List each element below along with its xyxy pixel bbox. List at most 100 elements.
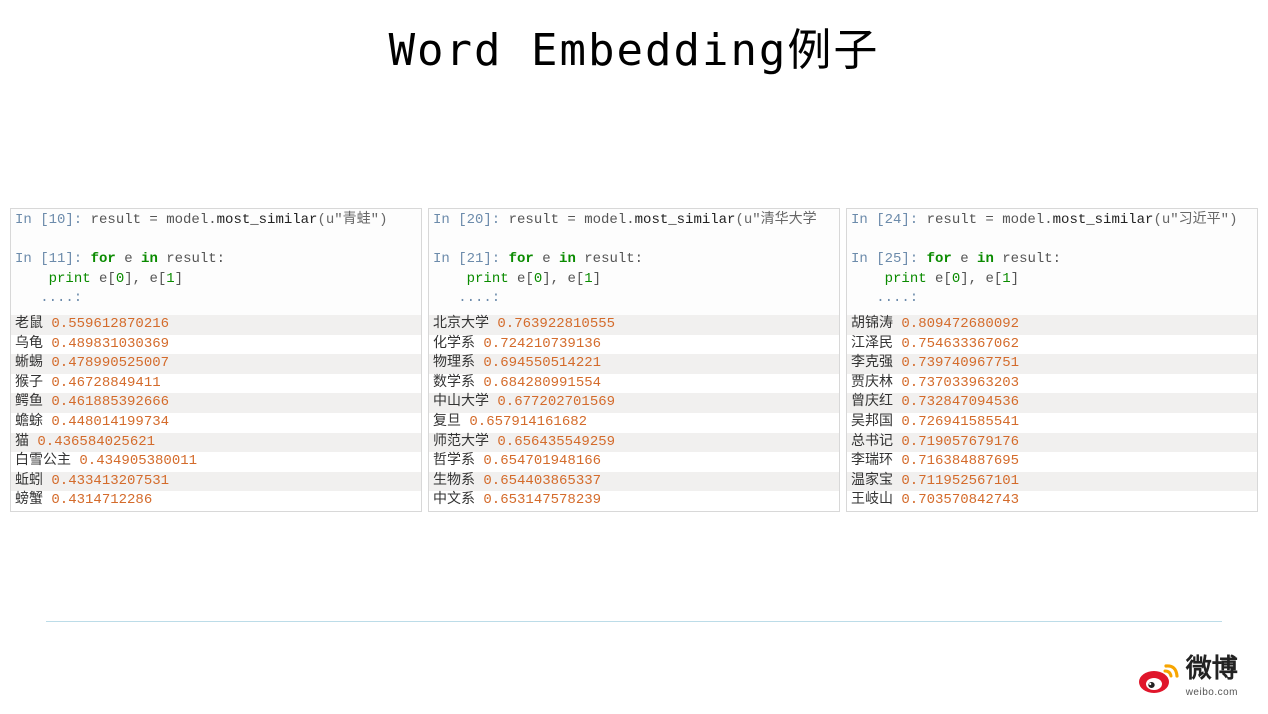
- output-word: 生物系: [433, 473, 483, 489]
- output-score: 0.653147578239: [483, 492, 601, 508]
- output-row: 猫 0.436584025621: [11, 433, 421, 453]
- output-row: 生物系 0.654403865337: [429, 472, 839, 492]
- call-arg: (u"清华大学: [735, 212, 816, 228]
- output-word: 师范大学: [433, 434, 497, 450]
- blank-line: [15, 231, 417, 251]
- output-word: 温家宝: [851, 473, 901, 489]
- output-score: 0.694550514221: [483, 355, 601, 371]
- output-score: 0.4314712286: [51, 492, 152, 508]
- code-line-loop: In [11]: for e in result:: [15, 250, 417, 270]
- output-score: 0.809472680092: [901, 316, 1019, 332]
- indent: [15, 271, 49, 287]
- code-line-print: print e[0], e[1]: [433, 270, 835, 290]
- footer-logo: 微博 weibo.com: [1136, 655, 1238, 700]
- method-name: most_similar: [635, 212, 736, 228]
- call-arg: (u"青蛙"): [317, 212, 387, 228]
- code-panel: In [24]: result = model.most_similar(u"习…: [846, 208, 1258, 512]
- output-word: 复旦: [433, 414, 469, 430]
- output-row: 化学系 0.724210739136: [429, 335, 839, 355]
- print-mid: ], e[: [960, 271, 1002, 287]
- output-score: 0.434905380011: [79, 453, 197, 469]
- output-word: 总书记: [851, 434, 901, 450]
- kw-for: for: [82, 251, 116, 267]
- output-row: 白雪公主 0.434905380011: [11, 452, 421, 472]
- kw-for: for: [500, 251, 534, 267]
- print-end: ]: [1011, 271, 1019, 287]
- code-block: In [10]: result = model.most_similar(u"青…: [11, 209, 421, 315]
- output-score: 0.684280991554: [483, 375, 601, 391]
- call-arg: (u"习近平"): [1153, 212, 1237, 228]
- prompt: In [10]:: [15, 212, 82, 228]
- method-name: most_similar: [217, 212, 318, 228]
- output-word: 李瑞环: [851, 453, 901, 469]
- blank-line: [433, 231, 835, 251]
- output-row: 猴子 0.46728849411: [11, 374, 421, 394]
- output-score: 0.732847094536: [901, 394, 1019, 410]
- output-row: 江泽民 0.754633367062: [847, 335, 1257, 355]
- prompt: In [25]:: [851, 251, 918, 267]
- output-score: 0.657914161682: [469, 414, 587, 430]
- output-word: 北京大学: [433, 316, 497, 332]
- weibo-subtext: weibo.com: [1186, 687, 1238, 698]
- output-row: 北京大学 0.763922810555: [429, 315, 839, 335]
- code-block: In [20]: result = model.most_similar(u"清…: [429, 209, 839, 315]
- code-line-call: In [24]: result = model.most_similar(u"习…: [851, 211, 1253, 231]
- loop-rest: result:: [994, 251, 1061, 267]
- output-score: 0.654403865337: [483, 473, 601, 489]
- output-word: 物理系: [433, 355, 483, 371]
- print-kw: print: [49, 271, 91, 287]
- weibo-text: 微博: [1186, 653, 1238, 683]
- output-score: 0.654701948166: [483, 453, 601, 469]
- loop-var: e: [534, 251, 559, 267]
- dots: ....:: [851, 290, 918, 306]
- prompt: In [24]:: [851, 212, 918, 228]
- print-idx0: 0: [534, 271, 542, 287]
- loop-var: e: [116, 251, 141, 267]
- output-word: 老鼠: [15, 316, 51, 332]
- print-idx1: 1: [1002, 271, 1010, 287]
- prompt: In [11]:: [15, 251, 82, 267]
- code-panel: In [10]: result = model.most_similar(u"青…: [10, 208, 422, 512]
- output-list: 北京大学 0.763922810555化学系 0.724210739136物理系…: [429, 315, 839, 511]
- loop-rest: result:: [158, 251, 225, 267]
- output-row: 中文系 0.653147578239: [429, 491, 839, 511]
- slide-title: Word Embedding例子: [0, 0, 1268, 78]
- output-word: 蜥蜴: [15, 355, 51, 371]
- kw-in: in: [977, 251, 994, 267]
- code-line-loop: In [21]: for e in result:: [433, 250, 835, 270]
- output-list: 老鼠 0.559612870216乌龟 0.489831030369蜥蜴 0.4…: [11, 315, 421, 511]
- indent: [433, 271, 467, 287]
- output-word: 曾庆红: [851, 394, 901, 410]
- output-row: 曾庆红 0.732847094536: [847, 393, 1257, 413]
- output-row: 数学系 0.684280991554: [429, 374, 839, 394]
- slide: Word Embedding例子 In [10]: result = model…: [0, 0, 1268, 714]
- loop-rest: result:: [576, 251, 643, 267]
- blank-line: [851, 231, 1253, 251]
- output-score: 0.656435549259: [497, 434, 615, 450]
- output-row: 乌龟 0.489831030369: [11, 335, 421, 355]
- output-score: 0.724210739136: [483, 336, 601, 352]
- output-score: 0.433413207531: [51, 473, 169, 489]
- prompt: In [21]:: [433, 251, 500, 267]
- output-row: 李克强 0.739740967751: [847, 354, 1257, 374]
- print-idx1: 1: [584, 271, 592, 287]
- output-row: 蜥蜴 0.478990525007: [11, 354, 421, 374]
- code-line-call: In [10]: result = model.most_similar(u"青…: [15, 211, 417, 231]
- output-row: 总书记 0.719057679176: [847, 433, 1257, 453]
- code-line-call: In [20]: result = model.most_similar(u"清…: [433, 211, 835, 231]
- output-word: 乌龟: [15, 336, 51, 352]
- output-score: 0.739740967751: [901, 355, 1019, 371]
- print-mid: ], e[: [124, 271, 166, 287]
- output-word: 哲学系: [433, 453, 483, 469]
- output-row: 吴邦国 0.726941585541: [847, 413, 1257, 433]
- output-score: 0.711952567101: [901, 473, 1019, 489]
- output-word: 蟾蜍: [15, 414, 51, 430]
- weibo-logo: 微博 weibo.com: [1136, 655, 1238, 700]
- code-block: In [24]: result = model.most_similar(u"习…: [847, 209, 1257, 315]
- output-word: 李克强: [851, 355, 901, 371]
- weibo-text-block: 微博 weibo.com: [1186, 655, 1238, 700]
- footer-divider: [46, 621, 1222, 622]
- output-word: 王岐山: [851, 492, 901, 508]
- output-score: 0.489831030369: [51, 336, 169, 352]
- kw-in: in: [141, 251, 158, 267]
